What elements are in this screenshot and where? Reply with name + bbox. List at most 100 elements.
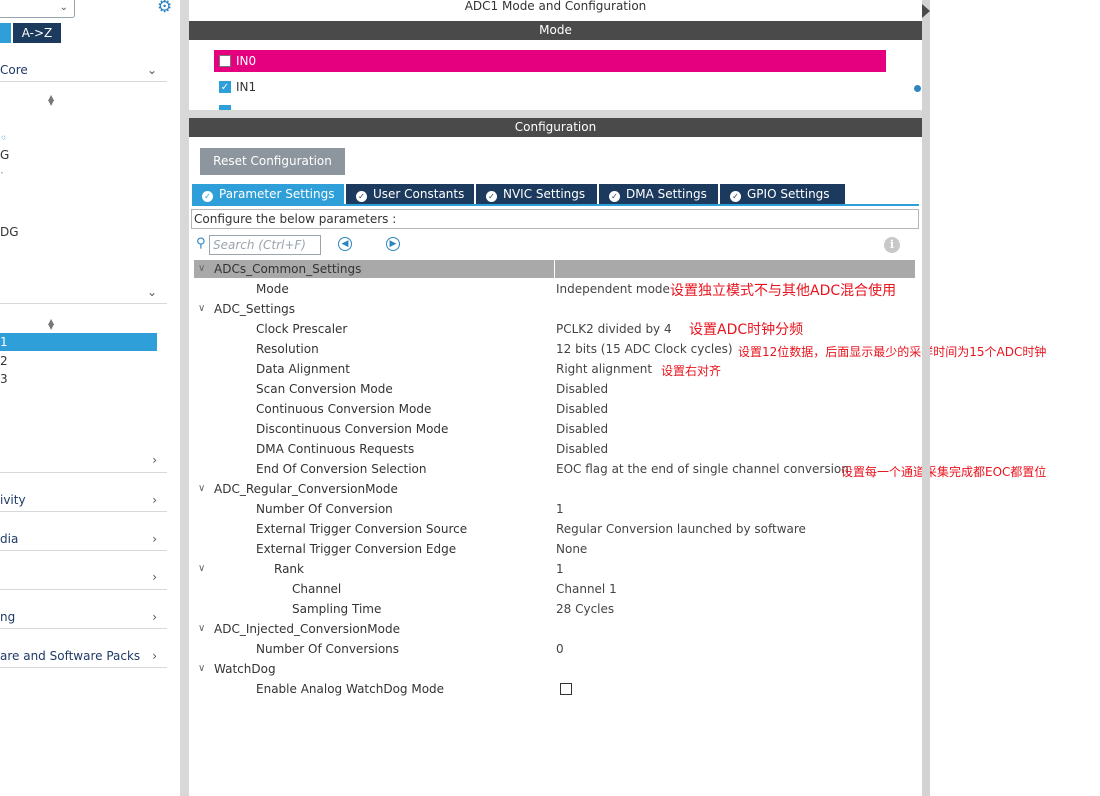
category-connectivity[interactable]: ivity › <box>0 491 167 509</box>
parameter-name: ADC_Settings <box>214 302 296 316</box>
analog-item-adc2[interactable]: 2 <box>0 352 8 370</box>
category-timers[interactable]: › <box>0 451 167 469</box>
chevron-down-icon[interactable]: ∨ <box>198 620 205 638</box>
core-item[interactable]: · <box>0 164 4 182</box>
parameter-value[interactable]: 0 <box>556 640 564 658</box>
parameter-row[interactable]: Sampling Time 28 Cycles <box>194 600 915 620</box>
panel-title: ADC1 Mode and Configuration <box>464 0 647 13</box>
in1-checkbox[interactable]: ✓ <box>219 81 231 93</box>
divider <box>0 667 167 668</box>
search-input[interactable]: Search (Ctrl+F) <box>209 235 321 255</box>
parameter-row[interactable]: Number Of Conversion 1 <box>194 500 915 520</box>
parameter-value[interactable]: Channel 1 <box>556 580 617 598</box>
parameter-value[interactable]: PCLK2 divided by 4 <box>556 320 672 338</box>
search-next-icon[interactable]: ▶ <box>386 237 400 251</box>
parameter-value[interactable]: Right alignment <box>556 360 652 378</box>
parameter-row[interactable]: Clock Prescaler PCLK2 divided by 4 <box>194 320 915 340</box>
chevron-down-icon[interactable]: ∨ <box>198 560 205 578</box>
parameter-row[interactable]: Data Alignment Right alignment <box>194 360 915 380</box>
tree-group-row[interactable]: ∨ ADC_Injected_ConversionMode <box>194 620 915 640</box>
parameter-name: Channel <box>292 582 342 596</box>
sort-icon[interactable]: ▲ ▼ <box>48 318 54 331</box>
mode-input-partial[interactable] <box>214 100 886 110</box>
splitter[interactable] <box>180 0 189 796</box>
category-label: ng <box>0 610 16 624</box>
chevron-down-icon[interactable]: ∨ <box>198 480 205 498</box>
parameter-name: Number Of Conversions <box>256 642 400 656</box>
parameter-name: ADCs_Common_Settings <box>214 262 362 276</box>
analog-item-adc3[interactable]: 3 <box>0 370 8 388</box>
parameter-value[interactable]: Disabled <box>556 400 608 418</box>
parameter-row[interactable]: Scan Conversion Mode Disabled <box>194 380 915 400</box>
core-item[interactable]: G <box>0 146 9 164</box>
tree-group-row[interactable]: ∨ Rank 1 <box>194 560 915 580</box>
in0-checkbox[interactable] <box>219 55 231 67</box>
right-splitter[interactable] <box>922 0 930 796</box>
parameter-row[interactable]: Channel Channel 1 <box>194 580 915 600</box>
tab-nvic-settings[interactable]: ✓ NVIC Settings <box>476 184 597 204</box>
tab-user-constants[interactable]: ✓ User Constants <box>346 184 474 204</box>
chevron-right-icon: › <box>152 453 157 467</box>
parameter-value[interactable]: None <box>556 540 587 558</box>
category-middleware[interactable]: are and Software Packs › <box>0 647 167 665</box>
divider <box>0 589 167 590</box>
parameter-value[interactable]: 28 Cycles <box>556 600 614 618</box>
chevron-down-icon[interactable]: ∨ <box>198 660 205 678</box>
chevron-right-icon: › <box>152 493 157 507</box>
parameter-value[interactable]: Regular Conversion launched by software <box>556 520 806 538</box>
parameter-row[interactable]: Continuous Conversion Mode Disabled <box>194 400 915 420</box>
tab-dma-settings[interactable]: ✓ DMA Settings <box>599 184 718 204</box>
tab-label: User Constants <box>373 187 465 201</box>
parameter-row[interactable]: Discontinuous Conversion Mode Disabled <box>194 420 915 440</box>
parameter-name: Rank <box>274 562 304 576</box>
info-icon[interactable]: i <box>884 237 900 253</box>
splitter[interactable] <box>189 110 922 118</box>
sort-categories-tab[interactable] <box>0 23 11 43</box>
parameter-row[interactable]: External Trigger Conversion Source Regula… <box>194 520 915 540</box>
mode-input-in0[interactable]: IN0 <box>214 50 886 72</box>
tree-group-row[interactable]: ∨ ADCs_Common_Settings <box>194 260 915 280</box>
parameter-value[interactable]: Independent mode <box>556 280 670 298</box>
category-computing[interactable]: ng › <box>0 608 167 626</box>
watchdog-checkbox[interactable] <box>560 683 572 695</box>
search-previous-icon[interactable]: ◀ <box>338 237 352 251</box>
scroll-indicator[interactable] <box>914 85 921 92</box>
tab-label: GPIO Settings <box>747 187 830 201</box>
tab-parameter-settings[interactable]: ✓ Parameter Settings <box>192 184 344 204</box>
category-analog[interactable]: ⌄ <box>0 283 167 301</box>
sort-az-tab[interactable]: A->Z <box>13 23 61 43</box>
parameter-value[interactable]: 1 <box>556 560 564 578</box>
parameter-row[interactable]: End Of Conversion Selection EOC flag at t… <box>194 460 915 480</box>
tab-gpio-settings[interactable]: ✓ GPIO Settings <box>720 184 845 204</box>
category-multimedia[interactable]: dia › <box>0 530 167 548</box>
tree-group-row[interactable]: ∨ ADC_Regular_ConversionMode <box>194 480 915 500</box>
mode-input-in1[interactable]: ✓ IN1 <box>214 76 886 98</box>
chevron-right-icon: › <box>152 532 157 546</box>
parameter-value[interactable]: 12 bits (15 ADC Clock cycles) <box>556 340 733 358</box>
parameter-value[interactable]: Disabled <box>556 420 608 438</box>
chevron-down-icon[interactable]: ∨ <box>198 300 205 318</box>
parameter-value[interactable]: Disabled <box>556 380 608 398</box>
parameter-row[interactable]: DMA Continuous Requests Disabled <box>194 440 915 460</box>
tab-label: Parameter Settings <box>219 187 335 201</box>
tree-group-row[interactable]: ∨ ADC_Settings <box>194 300 915 320</box>
parameter-value[interactable]: 1 <box>556 500 564 518</box>
parameter-value[interactable]: Disabled <box>556 440 608 458</box>
parameter-row[interactable]: Enable Analog WatchDog Mode <box>194 680 915 700</box>
collapse-arrow-icon[interactable] <box>922 0 930 22</box>
parameter-value[interactable]: EOC flag at the end of single channel co… <box>556 460 849 478</box>
tree-group-row[interactable]: ∨ WatchDog <box>194 660 915 680</box>
gear-icon[interactable]: ⚙ <box>157 0 172 17</box>
core-item[interactable]: DG <box>0 223 19 241</box>
parameter-name: Scan Conversion Mode <box>256 382 393 396</box>
parameter-row[interactable]: Number Of Conversions 0 <box>194 640 915 660</box>
category-security[interactable]: › <box>0 568 167 586</box>
core-item-status-icon: ◦ <box>0 131 8 145</box>
sort-icon[interactable]: ▲ ▼ <box>48 94 54 107</box>
reset-configuration-button[interactable]: Reset Configuration <box>200 148 345 175</box>
category-core[interactable]: Core ⌄ <box>0 61 167 79</box>
parameter-row[interactable]: External Trigger Conversion Edge None <box>194 540 915 560</box>
chevron-down-icon[interactable]: ∨ <box>198 260 205 278</box>
view-combo[interactable]: ⌄ <box>0 0 75 18</box>
analog-item-adc1[interactable]: 1 <box>0 333 157 351</box>
